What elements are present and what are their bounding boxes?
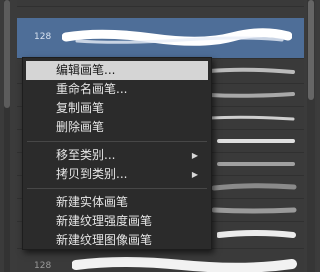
menu-item-new-texture-intensity-brush[interactable]: 新建纹理强度画笔 bbox=[26, 212, 208, 231]
left-scrollbar[interactable] bbox=[4, 0, 10, 272]
menu-item-delete-brush[interactable]: 删除画笔 bbox=[26, 118, 208, 137]
brush-stroke-preview bbox=[207, 115, 295, 121]
brush-stroke-preview bbox=[217, 139, 295, 143]
brush-stroke-preview bbox=[207, 67, 295, 74]
brush-panel: 128 128 编辑画笔... 重命名画笔... 复制画笔 删除画笔 移至类别.… bbox=[0, 0, 317, 272]
menu-item-label: 新建实体画笔 bbox=[56, 195, 129, 209]
brush-stroke-preview bbox=[217, 230, 296, 238]
menu-item-duplicate-brush[interactable]: 复制画笔 bbox=[26, 99, 208, 118]
brush-stroke-preview bbox=[217, 162, 295, 166]
brush-stroke-preview bbox=[207, 92, 295, 98]
left-scrollbar-thumb[interactable] bbox=[4, 0, 10, 108]
menu-item-rename-brush[interactable]: 重命名画笔... bbox=[26, 80, 208, 99]
menu-item-new-texture-image-brush[interactable]: 新建纹理图像画笔 bbox=[26, 231, 208, 250]
submenu-arrow-icon: ▶ bbox=[191, 151, 198, 160]
menu-item-label: 新建纹理强度画笔 bbox=[56, 214, 153, 228]
menu-item-label: 新建纹理图像画笔 bbox=[56, 233, 153, 247]
right-scrollbar[interactable] bbox=[307, 0, 315, 272]
brush-size-label: 128 bbox=[34, 0, 51, 1]
menu-item-copy-to-category[interactable]: 拷贝到类别... ▶ bbox=[26, 165, 208, 184]
brush-context-menu: 编辑画笔... 重命名画笔... 复制画笔 删除画笔 移至类别... ▶ 拷贝到… bbox=[22, 57, 212, 250]
menu-separator bbox=[27, 141, 207, 142]
menu-item-label: 移至类别... bbox=[56, 148, 116, 162]
brush-row[interactable]: 128 bbox=[17, 249, 304, 272]
brush-stroke-preview bbox=[72, 257, 297, 272]
menu-item-label: 删除画笔 bbox=[56, 120, 105, 134]
menu-item-move-to-category[interactable]: 移至类别... ▶ bbox=[26, 146, 208, 165]
brush-stroke-preview bbox=[62, 28, 292, 46]
brush-size-label: 128 bbox=[34, 261, 52, 271]
menu-item-label: 编辑画笔... bbox=[56, 63, 116, 77]
brush-stroke-preview bbox=[212, 183, 297, 191]
brush-stroke-preview bbox=[72, 0, 282, 2]
menu-separator bbox=[27, 188, 207, 189]
menu-item-label: 复制画笔 bbox=[56, 101, 105, 115]
brush-row[interactable]: 128 bbox=[17, 0, 304, 7]
right-scrollbar-thumb[interactable] bbox=[308, 0, 314, 100]
menu-item-edit-brush[interactable]: 编辑画笔... bbox=[26, 61, 208, 80]
menu-item-new-solid-brush[interactable]: 新建实体画笔 bbox=[26, 193, 208, 212]
brush-size-label: 128 bbox=[34, 32, 52, 42]
brush-row-selected[interactable]: 128 bbox=[17, 18, 304, 59]
submenu-arrow-icon: ▶ bbox=[191, 170, 198, 179]
menu-item-label: 重命名画笔... bbox=[56, 82, 128, 96]
menu-item-label: 拷贝到类别... bbox=[56, 167, 128, 181]
brush-stroke-preview bbox=[212, 207, 297, 214]
